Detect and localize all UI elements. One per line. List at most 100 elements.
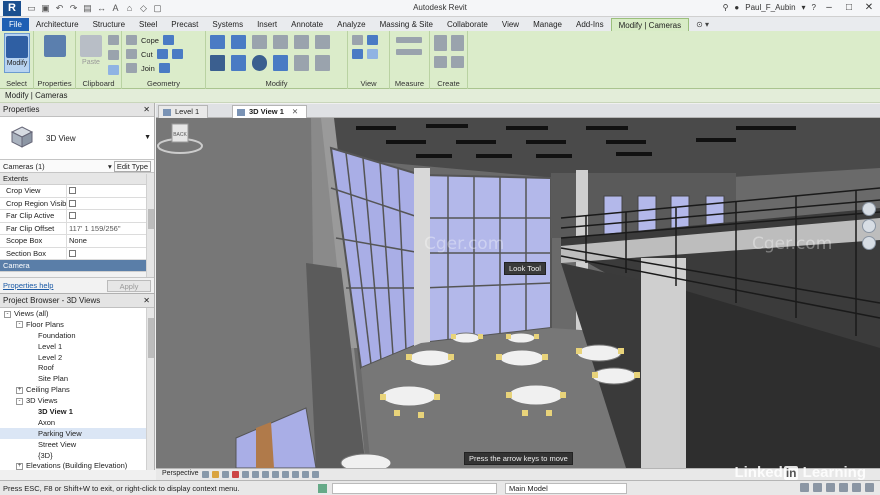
- tab-manage[interactable]: Manage: [526, 18, 569, 31]
- move-icon[interactable]: [210, 55, 225, 71]
- create-assembly-icon[interactable]: [434, 56, 447, 68]
- select-pinned-icon[interactable]: [826, 483, 835, 492]
- browser-node[interactable]: - Views (all): [0, 308, 146, 319]
- tab-systems[interactable]: Systems: [205, 18, 250, 31]
- wall-join-icon[interactable]: [162, 35, 174, 45]
- linework-icon[interactable]: [352, 49, 363, 59]
- save-icon[interactable]: ▣: [40, 2, 51, 14]
- cart-icon[interactable]: ▾: [802, 3, 806, 12]
- section-box-checkbox[interactable]: [69, 249, 76, 257]
- paste-button[interactable]: Paste: [78, 33, 104, 73]
- close-tab-icon[interactable]: ✕: [292, 107, 298, 116]
- section-extents[interactable]: Extents: [0, 173, 154, 185]
- browser-node[interactable]: Street View: [0, 439, 146, 450]
- cut-button[interactable]: Cut: [126, 49, 183, 59]
- cope-button[interactable]: Cope: [126, 35, 174, 45]
- shadows-icon[interactable]: [222, 471, 229, 478]
- zoom-icon[interactable]: [862, 219, 876, 233]
- create-group-icon[interactable]: [451, 35, 464, 51]
- steering-wheel-icon[interactable]: [862, 202, 876, 216]
- tab-view[interactable]: View: [495, 18, 526, 31]
- section-camera[interactable]: Camera: [0, 260, 154, 272]
- pin-icon[interactable]: [367, 49, 378, 59]
- split-face-icon[interactable]: [156, 49, 168, 59]
- section-icon[interactable]: ◇: [138, 2, 149, 14]
- browser-node[interactable]: + Elevations (Building Elevation): [0, 460, 146, 470]
- create-parts-icon[interactable]: [434, 35, 447, 51]
- scope-box-field[interactable]: None: [67, 235, 154, 247]
- select-by-face-icon[interactable]: [839, 483, 848, 492]
- tab-structure[interactable]: Structure: [86, 18, 132, 31]
- crop-icon[interactable]: [242, 471, 249, 478]
- cut-clip-icon[interactable]: [108, 35, 119, 45]
- scroll-thumb[interactable]: [148, 209, 154, 229]
- help-icon[interactable]: ?: [812, 3, 816, 12]
- design-option-dropdown[interactable]: Main Model: [505, 483, 627, 494]
- tab-collaborate[interactable]: Collaborate: [440, 18, 495, 31]
- sun-path-icon[interactable]: [212, 471, 219, 478]
- align-icon[interactable]: [210, 35, 225, 49]
- demolish-icon[interactable]: [158, 63, 170, 73]
- view-tab-3d-view-1[interactable]: 3D View 1 ✕: [232, 105, 308, 118]
- tab-massing-site[interactable]: Massing & Site: [373, 18, 440, 31]
- far-clip-offset-field[interactable]: 117' 1 159/256": [67, 223, 154, 235]
- reveal-constraints-icon[interactable]: [312, 471, 319, 478]
- browser-node[interactable]: Axon: [0, 417, 146, 428]
- tab-add-ins[interactable]: Add-Ins: [569, 18, 611, 31]
- temporary-hide-icon[interactable]: [272, 471, 279, 478]
- measure-between-icon[interactable]: [396, 37, 422, 43]
- create-similar-icon[interactable]: [451, 56, 464, 68]
- maximize-button[interactable]: □: [842, 2, 856, 13]
- text-icon[interactable]: A: [110, 2, 121, 14]
- select-underlay-icon[interactable]: [813, 483, 822, 492]
- view-tab-level-1[interactable]: Level 1: [158, 105, 209, 118]
- analytical-model-icon[interactable]: [292, 471, 299, 478]
- pan-icon[interactable]: [862, 236, 876, 250]
- measure-along-icon[interactable]: [396, 49, 422, 55]
- mirror-draw-axis-icon[interactable]: [273, 35, 288, 49]
- highlight-displacement-icon[interactable]: [302, 471, 309, 478]
- tab-modify-cameras[interactable]: Modify | Cameras: [610, 18, 690, 31]
- select-links-icon[interactable]: [800, 483, 809, 492]
- crop-view-checkbox[interactable]: [69, 187, 76, 194]
- filter-icon[interactable]: [865, 483, 874, 492]
- collapse-icon[interactable]: -: [4, 310, 11, 318]
- close-button[interactable]: ✕: [862, 2, 876, 13]
- browser-node[interactable]: {3D}: [0, 450, 146, 461]
- browser-node[interactable]: 3D View 1: [0, 406, 146, 417]
- edit-type-button[interactable]: ▾ Edit Type: [108, 160, 151, 173]
- reveal-hidden-icon[interactable]: [282, 471, 289, 478]
- ribbon-options-icon[interactable]: ⊙ ▾: [689, 18, 716, 31]
- paint-icon[interactable]: [171, 49, 183, 59]
- minimize-button[interactable]: –: [822, 2, 836, 13]
- chevron-down-icon[interactable]: ▼: [144, 134, 151, 141]
- array-icon[interactable]: [294, 55, 309, 71]
- crop-region-icon[interactable]: [252, 471, 259, 478]
- browser-node[interactable]: Parking View: [0, 427, 146, 439]
- modify-button[interactable]: Modify: [4, 33, 30, 73]
- worksets-icon[interactable]: [318, 484, 327, 493]
- match-type-icon[interactable]: [108, 65, 119, 75]
- user-icon[interactable]: ●: [734, 3, 739, 12]
- tab-analyze[interactable]: Analyze: [330, 18, 372, 31]
- tab-annotate[interactable]: Annotate: [284, 18, 330, 31]
- render-icon[interactable]: [232, 471, 239, 478]
- workset-dropdown[interactable]: [332, 483, 497, 494]
- browser-node[interactable]: + Ceiling Plans: [0, 384, 146, 395]
- collapse-icon[interactable]: -: [16, 397, 23, 405]
- split-element-icon[interactable]: [294, 35, 309, 49]
- tab-file[interactable]: File: [2, 18, 29, 31]
- tab-architecture[interactable]: Architecture: [29, 18, 86, 31]
- browser-node[interactable]: Foundation: [0, 330, 146, 341]
- rotate-icon[interactable]: [252, 55, 267, 71]
- browser-node[interactable]: Level 1: [0, 341, 146, 352]
- revit-logo-icon[interactable]: R: [3, 1, 21, 16]
- close-icon[interactable]: ✕: [143, 294, 150, 308]
- browser-scrollbar[interactable]: [146, 308, 154, 470]
- 3d-viewport[interactable]: Cger.com Cger.com Look Tool Press the ar…: [156, 118, 880, 468]
- 3d-view-icon[interactable]: ⌂: [124, 2, 135, 14]
- tab-steel[interactable]: Steel: [132, 18, 164, 31]
- join-button[interactable]: Join: [126, 63, 170, 73]
- redo-icon[interactable]: ↷: [68, 2, 79, 14]
- drag-elements-icon[interactable]: [852, 483, 861, 492]
